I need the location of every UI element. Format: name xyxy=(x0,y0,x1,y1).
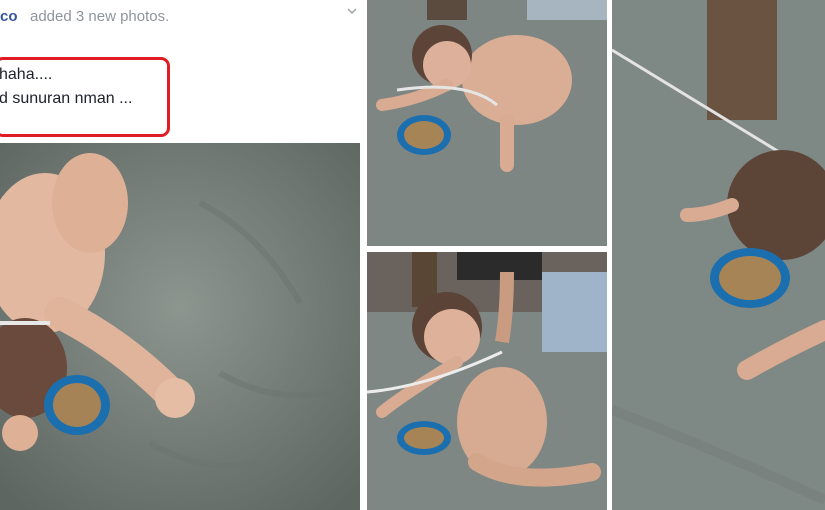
post-text-line-1: haha.... xyxy=(0,66,53,83)
bottom-middle-photo-image xyxy=(367,252,607,510)
chevron-down-icon[interactable] xyxy=(344,3,360,19)
right-photo-image xyxy=(612,0,825,510)
main-photo[interactable] xyxy=(0,143,360,510)
post-author-link[interactable]: co xyxy=(0,8,18,25)
bottom-middle-photo[interactable] xyxy=(367,252,607,510)
top-middle-photo[interactable] xyxy=(367,0,607,246)
top-middle-photo-image xyxy=(367,0,607,246)
main-photo-image xyxy=(0,143,360,510)
post-text-line-2: d sunuran nman ... xyxy=(0,90,133,107)
post-header: co added 3 new photos. xyxy=(0,0,365,32)
post-text-highlight: haha.... d sunuran nman ... xyxy=(0,57,170,137)
right-photo[interactable] xyxy=(612,0,825,510)
post-action-text: added 3 new photos. xyxy=(30,8,170,25)
